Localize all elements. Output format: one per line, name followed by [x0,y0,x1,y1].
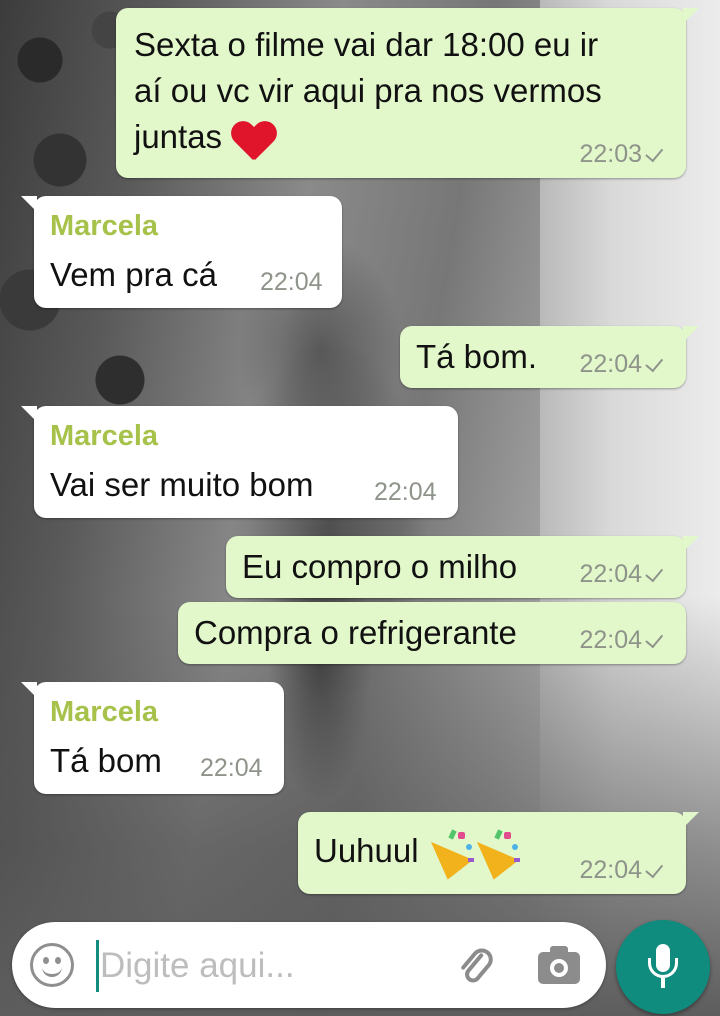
message-text: Uuhuul [314,828,520,880]
message-bubble-outgoing[interactable]: Uuhuul 22:04 [298,812,699,894]
bubble-tail [21,196,37,212]
red-heart-emoji-icon [231,118,277,160]
message-time: 22:04 [579,856,664,885]
message-time: 22:04 [374,478,437,506]
message-line-text: juntas [134,118,223,155]
camera-icon[interactable] [538,946,584,984]
message-text: Tá bom [50,742,162,779]
message-time: 22:04 [260,268,323,296]
message-bubble-incoming[interactable]: Marcela Vem pra cá 22:04 [21,196,342,308]
time-text: 22:03 [579,140,642,168]
sent-check-icon [645,563,664,583]
microphone-icon[interactable] [616,920,710,1014]
message-text: Vai ser muito bom [50,466,314,503]
party-popper-emoji-icon [468,828,520,880]
message-bubble-outgoing[interactable]: Compra o refrigerante 22:04 [178,602,686,664]
message-bubble-outgoing[interactable]: Tá bom. 22:04 [400,326,699,388]
message-bubble-incoming[interactable]: Marcela Vai ser muito bom 22:04 [21,406,458,518]
text-cursor [96,940,99,992]
message-line: Sexta o filme vai dar 18:00 eu ir [134,26,599,63]
message-bubble-outgoing[interactable]: Eu compro o milho 22:04 [226,536,699,598]
bubble-tail [21,406,37,422]
bubble-tail [683,536,699,552]
paperclip-icon[interactable] [452,942,498,988]
message-time: 22:04 [579,560,664,589]
sent-check-icon [645,859,664,879]
message-time: 22:04 [579,350,664,379]
message-composer [12,922,606,1008]
message-text: Tá bom. [416,338,538,375]
message-bubble-outgoing[interactable]: Sexta o filme vai dar 18:00 eu ir aí ou … [116,8,699,178]
message-bubble-incoming[interactable]: Marcela Tá bom 22:04 [21,682,284,794]
bubble-tail [683,8,699,24]
bubble-tail [683,812,699,828]
message-time: 22:04 [579,626,664,655]
message-time: 22:03 [579,140,664,169]
message-input[interactable] [100,940,420,992]
sent-check-icon [645,143,664,163]
sender-name: Marcela [50,696,159,728]
message-text: Eu compro o milho [242,548,518,585]
party-popper-emoji-icon [422,828,474,880]
sent-check-icon [645,353,664,373]
smiley-icon[interactable] [30,943,74,987]
message-line-text: Uuhuul [314,832,419,869]
sent-check-icon [645,629,664,649]
message-line: juntas [134,114,602,160]
sender-name: Marcela [50,210,159,242]
message-time: 22:04 [200,754,263,782]
bubble-tail [683,326,699,342]
time-text: 22:04 [579,626,642,654]
time-text: 22:04 [579,856,642,884]
message-text: Compra o refrigerante [194,614,517,651]
bubble-tail [21,682,37,698]
time-text: 22:04 [579,560,642,588]
message-text: Vem pra cá [50,256,217,293]
sender-name: Marcela [50,420,159,452]
time-text: 22:04 [579,350,642,378]
message-text: Sexta o filme vai dar 18:00 eu ir aí ou … [134,22,602,160]
message-line: aí ou vc vir aqui pra nos vermos [134,72,602,109]
